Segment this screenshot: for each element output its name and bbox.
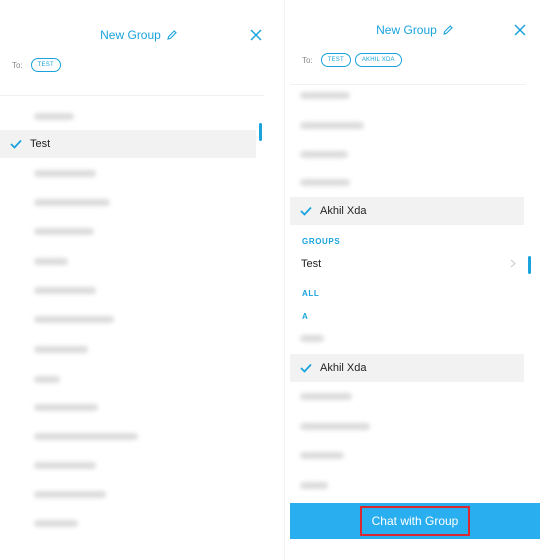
contact-row-selected[interactable]: Akhil Xda bbox=[290, 197, 524, 225]
close-icon[interactable] bbox=[250, 29, 262, 41]
blurred-contact[interactable] bbox=[34, 491, 106, 498]
blurred-contact[interactable] bbox=[34, 404, 98, 411]
cta-bar[interactable]: Chat with Group bbox=[290, 503, 540, 539]
all-section-label: ALL bbox=[302, 289, 320, 298]
blurred-contact[interactable] bbox=[300, 423, 370, 430]
blurred-contact[interactable] bbox=[300, 151, 348, 158]
chat-with-group-button[interactable]: Chat with Group bbox=[359, 506, 471, 536]
blurred-contact[interactable] bbox=[300, 179, 350, 186]
letter-section-label: A bbox=[302, 312, 309, 321]
right-panel: New Group To: TEST AKHIL XDA Akhil Xda G… bbox=[290, 0, 540, 560]
scroll-indicator[interactable] bbox=[259, 123, 262, 141]
to-row: To: TEST AKHIL XDA bbox=[302, 53, 528, 67]
recipient-chip[interactable]: TEST bbox=[30, 58, 61, 72]
header: New Group bbox=[0, 22, 278, 48]
scroll-indicator[interactable] bbox=[528, 256, 531, 274]
blurred-contact[interactable] bbox=[300, 452, 344, 459]
blurred-contact[interactable] bbox=[34, 228, 94, 235]
groups-section-label: GROUPS bbox=[302, 237, 341, 246]
check-icon bbox=[300, 206, 312, 216]
blurred-contact[interactable] bbox=[34, 376, 60, 383]
contact-row-selected[interactable]: Test bbox=[0, 130, 256, 158]
blurred-contact[interactable] bbox=[34, 433, 138, 440]
panel-divider bbox=[284, 0, 285, 560]
contact-name: Akhil Xda bbox=[320, 205, 367, 217]
to-label: To: bbox=[302, 55, 313, 65]
title[interactable]: New Group bbox=[100, 28, 178, 42]
divider bbox=[290, 84, 526, 85]
to-label: To: bbox=[12, 60, 23, 70]
recipient-chip[interactable]: TEST bbox=[320, 53, 351, 67]
pencil-icon[interactable] bbox=[442, 24, 454, 36]
blurred-contact[interactable] bbox=[34, 287, 96, 294]
blurred-contact[interactable] bbox=[300, 122, 364, 129]
blurred-contact[interactable] bbox=[34, 346, 88, 353]
blurred-section-header bbox=[300, 335, 324, 342]
chevron-right-icon[interactable] bbox=[510, 259, 516, 268]
contact-name: Akhil Xda bbox=[320, 362, 367, 374]
header: New Group bbox=[290, 17, 540, 43]
blurred-contact[interactable] bbox=[300, 482, 328, 489]
blurred-contact[interactable] bbox=[34, 462, 96, 469]
check-icon bbox=[10, 139, 22, 149]
recipient-chip[interactable]: AKHIL XDA bbox=[354, 53, 402, 67]
check-icon bbox=[300, 363, 312, 373]
blurred-section-header bbox=[34, 113, 74, 120]
group-row[interactable]: Test bbox=[290, 250, 524, 278]
pencil-icon[interactable] bbox=[166, 29, 178, 41]
title-label: New Group bbox=[376, 23, 437, 37]
blurred-contact[interactable] bbox=[34, 199, 110, 206]
blurred-contact[interactable] bbox=[34, 520, 78, 527]
close-icon[interactable] bbox=[514, 24, 526, 36]
title[interactable]: New Group bbox=[376, 23, 454, 37]
blurred-contact[interactable] bbox=[34, 258, 68, 265]
blurred-contact[interactable] bbox=[34, 170, 96, 177]
contact-name: Test bbox=[30, 138, 51, 150]
contact-row-selected[interactable]: Akhil Xda bbox=[290, 354, 524, 382]
to-row: To: TEST bbox=[12, 58, 266, 72]
blurred-contact[interactable] bbox=[300, 92, 350, 99]
title-label: New Group bbox=[100, 28, 161, 42]
left-panel: New Group To: TEST Test bbox=[0, 0, 278, 560]
divider bbox=[0, 95, 264, 96]
blurred-contact[interactable] bbox=[34, 316, 114, 323]
blurred-contact[interactable] bbox=[300, 393, 352, 400]
group-name: Test bbox=[301, 258, 322, 270]
